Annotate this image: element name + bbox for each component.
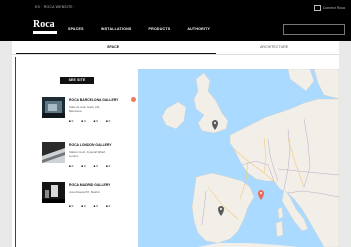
gallery-title: ROCA LONDON GALLERY [69, 143, 112, 147]
see-site-button[interactable]: SEE SITE [60, 77, 94, 84]
logo-tag-bar [33, 31, 57, 34]
connect-link[interactable]: Connect Roca [313, 5, 345, 11]
gallery-address: Station Court, Imperial Wharf, London [69, 150, 106, 158]
side-rule [15, 57, 16, 247]
nav-menu: SPACES INSTALLATIONS PRODUCTS AUTHORITY [68, 27, 226, 31]
content-panel: SPACE ARCHITECTURE SEE SITE ROCA BARCELO… [12, 41, 339, 247]
gallery-meta: ■ 0 ■ 0 ■ 0 ■ 0 [69, 204, 111, 208]
gallery-address: José Abascal 57, Madrid [69, 190, 100, 194]
nav-item-authority[interactable]: AUTHORITY [187, 27, 210, 31]
connect-label: Connect Roca [322, 5, 345, 10]
gallery-item-barcelona[interactable]: ROCA BARCELONA GALLERY Calle de Joan Güe… [42, 97, 142, 127]
tab-space[interactable]: SPACE [107, 45, 119, 49]
gallery-address: Calle de Joan Güell, 211, Barcelona [69, 105, 101, 113]
gallery-item-madrid[interactable]: ROCA MADRID GALLERY José Abascal 57, Mad… [42, 182, 142, 212]
main-navbar: Roca SPACES INSTALLATIONS PRODUCTS AUTHO… [0, 17, 351, 41]
nav-item-installations[interactable]: INSTALLATIONS [101, 27, 132, 31]
gallery-photo [42, 97, 65, 118]
gallery-meta: ■ 0 ■ 0 ■ 0 ■ 0 [69, 119, 111, 123]
top-utility-bar: ES · ROCA WEBSITE · Connect Roca [0, 0, 351, 17]
gallery-photo [42, 182, 65, 203]
nav-item-spaces[interactable]: SPACES [68, 27, 84, 31]
nav-item-products[interactable]: PRODUCTS [149, 27, 171, 31]
gallery-meta: ■ 0 ■ 0 ■ 0 ■ 0 [69, 164, 111, 168]
europe-map[interactable] [138, 69, 339, 247]
tab-architecture[interactable]: ARCHITECTURE [260, 45, 288, 49]
language-and-site-links[interactable]: ES · ROCA WEBSITE · [35, 5, 75, 9]
new-badge-icon [131, 97, 136, 102]
user-icon [313, 5, 321, 11]
gallery-title: ROCA BARCELONA GALLERY [69, 98, 119, 102]
gallery-item-london[interactable]: ROCA LONDON GALLERY Station Court, Imper… [42, 142, 142, 172]
gallery-title: ROCA MADRID GALLERY [69, 183, 111, 187]
tab-bar: SPACE ARCHITECTURE [12, 41, 339, 54]
search-input[interactable] [283, 24, 345, 35]
gallery-photo [42, 142, 65, 163]
roca-logo[interactable]: Roca [33, 20, 55, 30]
tab-divider [12, 54, 339, 55]
